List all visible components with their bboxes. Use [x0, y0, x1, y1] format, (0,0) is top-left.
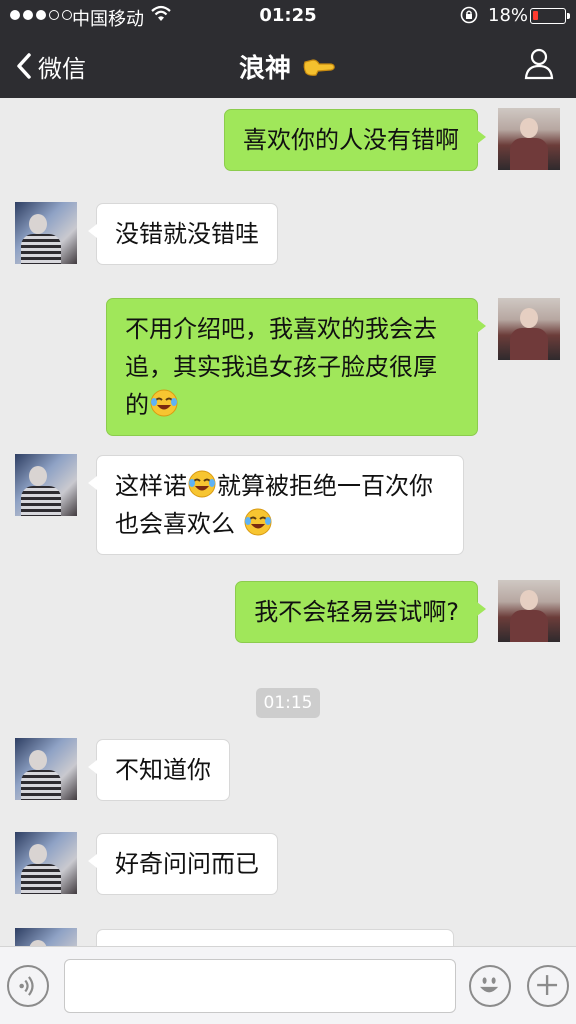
- message-bubble[interactable]: 这样诺 就算被拒绝一百次你 也会喜欢么: [88, 455, 464, 555]
- contact-avatar[interactable]: [15, 928, 77, 946]
- rotation-lock-icon: [460, 6, 478, 24]
- message-bubble[interactable]: [96, 929, 454, 946]
- message-text: 就算被拒绝一百次你: [217, 472, 433, 500]
- message-bubble[interactable]: 好奇问问而已: [88, 833, 278, 895]
- voice-button[interactable]: [7, 965, 49, 1007]
- contact-avatar[interactable]: [15, 454, 77, 516]
- plus-icon: [537, 975, 558, 996]
- chat-area[interactable]: 喜欢你的人没有错啊 没错就没错哇 不用介绍吧，我喜欢的我会去 追，其实我追女孩子…: [0, 98, 576, 946]
- top-bar: 中国移动 01:25 18% 微信 浪神: [0, 0, 576, 98]
- chat-title: 浪神: [0, 48, 576, 85]
- voice-icon: [19, 976, 34, 996]
- pointing-hand-icon: [303, 58, 335, 76]
- my-avatar[interactable]: [498, 580, 560, 642]
- battery-percent: 18%: [488, 5, 529, 26]
- my-avatar[interactable]: [498, 108, 560, 170]
- emoji-button[interactable]: [469, 965, 511, 1007]
- message-input[interactable]: [64, 959, 456, 1013]
- more-button[interactable]: [527, 965, 569, 1007]
- message-line: 也会喜欢么: [115, 505, 445, 543]
- message-line: 追，其实我追女孩子脸皮很厚: [125, 353, 437, 381]
- message-bubble[interactable]: 不知道你: [88, 739, 230, 801]
- smiley-icon: [480, 977, 499, 993]
- battery-level: [533, 11, 538, 20]
- contact-avatar[interactable]: [15, 832, 77, 894]
- battery-icon: [530, 8, 570, 24]
- message-line: 的: [125, 386, 459, 424]
- message-text: 的: [125, 391, 149, 419]
- message-text: 也会喜欢么: [115, 510, 235, 538]
- message-bubble[interactable]: 没错就没错哇: [88, 203, 278, 265]
- input-bar: [0, 946, 576, 1024]
- contact-name: 浪神: [238, 54, 291, 84]
- message-line: 这样诺 就算被拒绝一百次你: [115, 467, 445, 505]
- timestamp-badge: 01:15: [256, 688, 320, 718]
- tears-of-joy-icon: [244, 508, 272, 536]
- message-bubble[interactable]: 喜欢你的人没有错啊: [224, 109, 486, 171]
- tears-of-joy-icon: [150, 389, 178, 417]
- message-bubble[interactable]: 不用介绍吧，我喜欢的我会去 追，其实我追女孩子脸皮很厚 的: [106, 298, 486, 436]
- message-text: 这样诺: [115, 472, 187, 500]
- person-icon[interactable]: [524, 48, 554, 80]
- message-line: 不用介绍吧，我喜欢的我会去: [125, 315, 437, 343]
- message-bubble[interactable]: 我不会轻易尝试啊?: [235, 581, 486, 643]
- contact-avatar[interactable]: [15, 738, 77, 800]
- my-avatar[interactable]: [498, 298, 560, 360]
- contact-avatar[interactable]: [15, 202, 77, 264]
- status-bar: 中国移动 01:25 18%: [0, 0, 576, 32]
- tears-of-joy-icon: [188, 470, 216, 498]
